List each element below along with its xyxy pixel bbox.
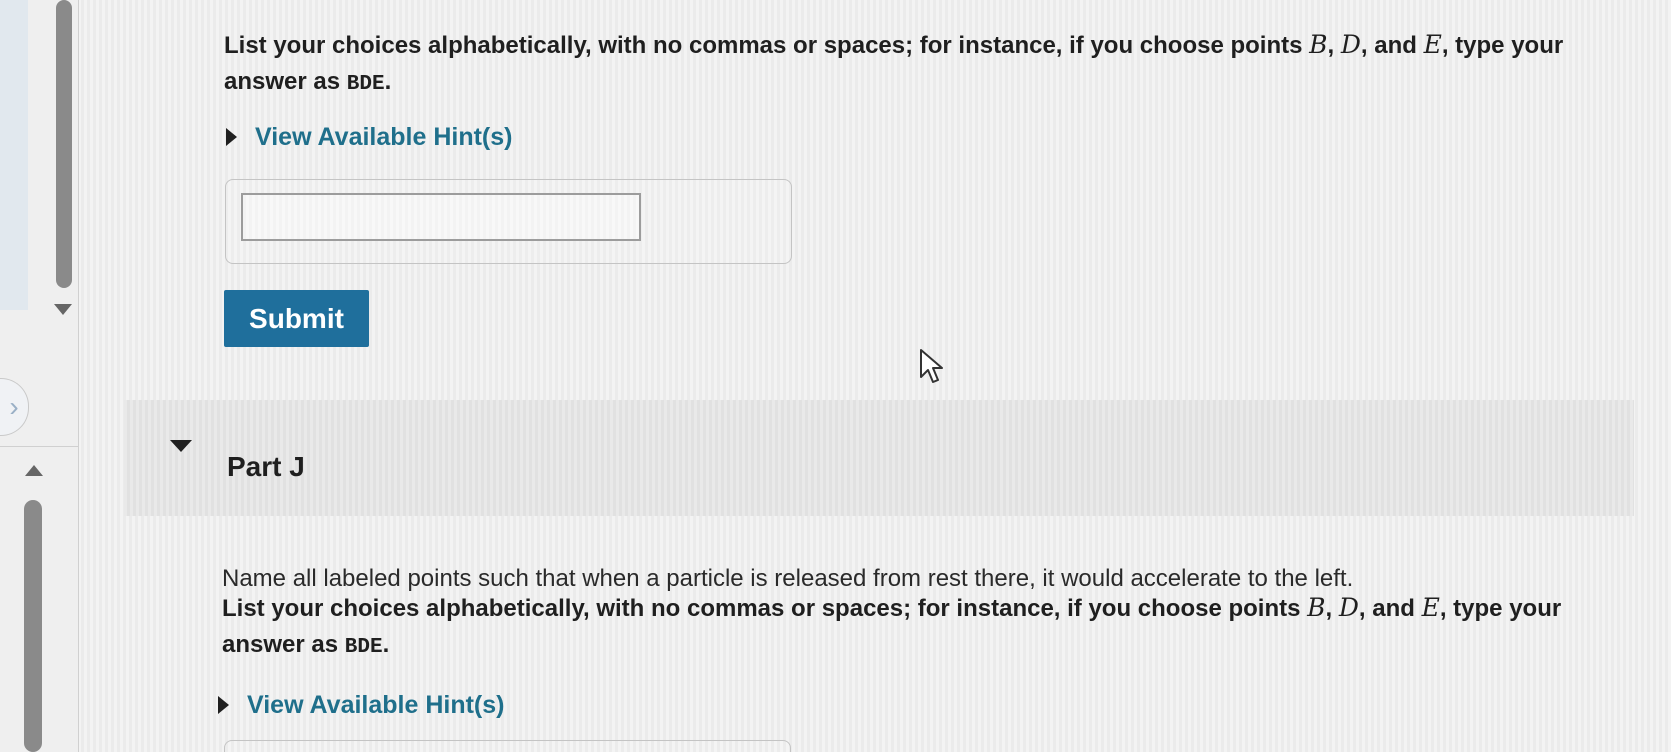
caret-right-icon — [218, 696, 229, 714]
and-separator: , and — [1358, 595, 1422, 622]
instruction-period: . — [384, 68, 392, 95]
mouse-pointer-icon — [920, 349, 943, 383]
example-answer: BDE — [344, 636, 383, 659]
instruction-prefix: List your choices alphabetically, with n… — [224, 32, 1310, 59]
comma-separator: , — [1327, 32, 1341, 59]
comma-separator: , — [1325, 595, 1339, 622]
view-hints-label: View Available Hint(s) — [255, 122, 513, 151]
point-e-symbol: E — [1423, 30, 1442, 59]
answer-box — [225, 179, 792, 264]
next-answer-box — [224, 740, 791, 752]
and-separator: , and — [1360, 32, 1424, 59]
part-j-header — [124, 400, 1634, 516]
point-d-symbol: D — [1340, 30, 1361, 59]
submit-button[interactable]: Submit — [224, 290, 369, 347]
part-title: Part J — [227, 451, 305, 483]
view-hints-label: View Available Hint(s) — [247, 690, 505, 719]
example-answer: BDE — [346, 73, 385, 96]
question-content: List your choices alphabetically, with n… — [0, 0, 1671, 752]
view-hints-toggle-second[interactable]: View Available Hint(s) — [218, 688, 504, 722]
answer-format-instruction: List your choices alphabetically, with n… — [224, 27, 1594, 103]
point-b-symbol: B — [1307, 593, 1326, 622]
answer-input[interactable] — [241, 193, 641, 241]
view-hints-toggle[interactable]: View Available Hint(s) — [226, 120, 512, 154]
point-d-symbol: D — [1338, 593, 1359, 622]
caret-right-icon — [226, 128, 237, 146]
instruction-period: . — [382, 631, 390, 658]
point-b-symbol: B — [1309, 30, 1328, 59]
point-e-symbol: E — [1421, 593, 1440, 622]
answer-format-instruction-second: List your choices alphabetically, with n… — [222, 590, 1592, 666]
instruction-prefix: List your choices alphabetically, with n… — [222, 595, 1308, 622]
mastering-question-page: › List your choices alphabetically, with… — [0, 0, 1671, 752]
caret-down-icon[interactable] — [170, 440, 192, 452]
